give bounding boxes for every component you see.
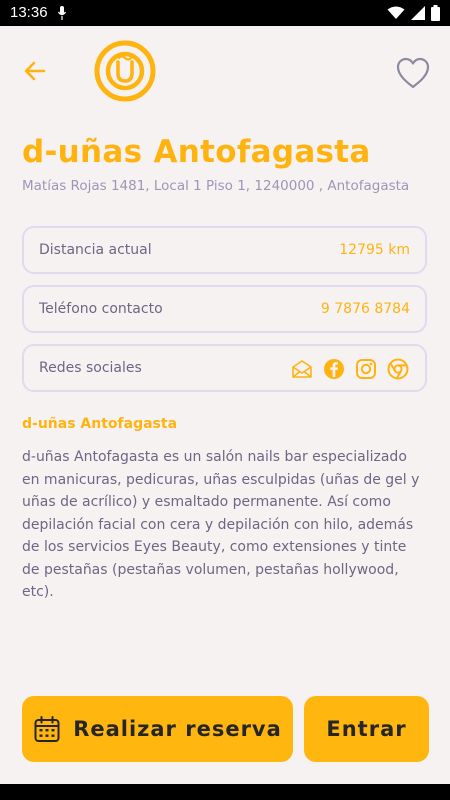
status-bar: 13:36 xyxy=(0,0,450,26)
social-label: Redes sociales xyxy=(39,360,142,376)
description-heading: d-uñas Antofagasta xyxy=(22,416,178,432)
mic-icon xyxy=(57,6,67,20)
distance-row: Distancia actual 12795 km xyxy=(22,226,427,274)
phone-label: Teléfono contacto xyxy=(39,301,163,317)
description-text: d-uñas Antofagasta es un salón nails bar… xyxy=(22,449,420,600)
reserve-button[interactable]: Realizar reserva xyxy=(22,696,293,762)
enter-button-label: Entrar xyxy=(326,717,407,741)
social-icons xyxy=(291,358,409,380)
battery-icon xyxy=(431,5,440,21)
facebook-icon[interactable] xyxy=(323,358,345,380)
distance-value: 12795 km xyxy=(339,242,410,258)
status-time: 13:36 xyxy=(10,4,48,21)
email-icon[interactable] xyxy=(291,358,313,380)
back-arrow-icon[interactable] xyxy=(20,56,50,86)
phone-value[interactable]: 9 7876 8784 xyxy=(321,301,410,317)
calendar-icon xyxy=(34,716,60,742)
heart-outline-icon[interactable] xyxy=(395,56,431,90)
distance-label: Distancia actual xyxy=(39,242,152,258)
d-unas-logo xyxy=(94,40,156,102)
chrome-icon[interactable] xyxy=(387,358,409,380)
enter-button[interactable]: Entrar xyxy=(304,696,429,762)
reserve-button-label: Realizar reserva xyxy=(73,717,282,741)
instagram-icon[interactable] xyxy=(355,358,377,380)
store-address: Matías Rojas 1481, Local 1 Piso 1, 12400… xyxy=(22,178,410,194)
signal-icon xyxy=(411,6,425,20)
phone-row[interactable]: Teléfono contacto 9 7876 8784 xyxy=(22,285,427,333)
navigation-bar xyxy=(0,784,450,800)
social-row: Redes sociales xyxy=(22,344,427,392)
status-icons xyxy=(387,5,440,21)
store-title: d-uñas Antofagasta xyxy=(22,134,371,170)
wifi-icon xyxy=(387,6,405,19)
